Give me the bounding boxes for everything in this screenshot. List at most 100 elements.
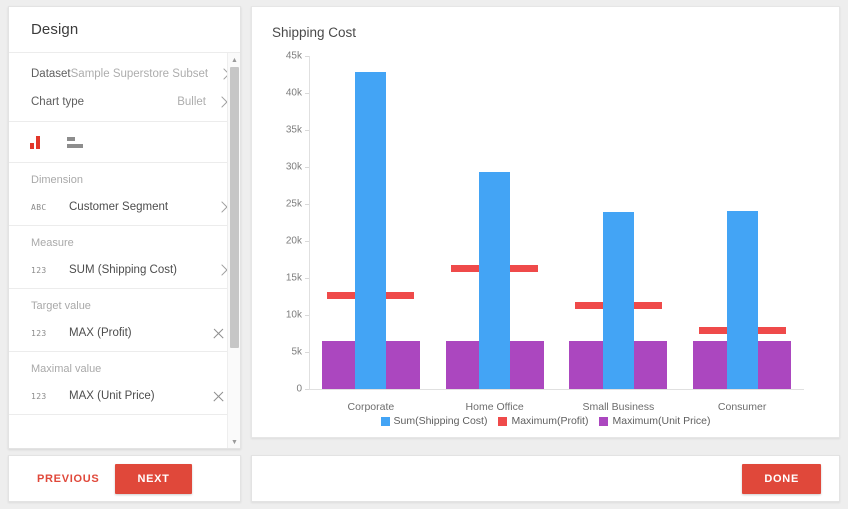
design-sidebar: Design Dataset Sample Superstore Subset … [8,6,241,449]
measure-bar [355,71,387,389]
chart-legend: Sum(Shipping Cost) Maximum(Profit) Maximum… [252,415,839,427]
measure-field-name: SUM (Shipping Cost) [69,264,178,276]
target-value-field-row[interactable]: 123 MAX (Profit) [9,315,240,351]
action-bar: DONE [251,455,840,502]
number-type-icon: 123 [31,265,47,275]
measure-bar [602,212,634,389]
target-marker [574,302,603,310]
target-marker [327,292,356,300]
dataset-label: Dataset [31,67,71,80]
measure-section: Measure 123 SUM (Shipping Cost) [9,226,240,289]
target-marker [510,265,539,273]
measure-field-row[interactable]: 123 SUM (Shipping Cost) [9,252,240,288]
number-type-icon: 123 [31,328,47,338]
target-marker [757,326,786,334]
source-section: Dataset Sample Superstore Subset Chart t… [9,53,240,122]
y-axis-ticks: 0 5k 10k 15k 20k 25k 30k 35k 40k 45k [260,7,302,439]
maximum-range-bar [693,340,727,389]
target-marker [386,292,415,300]
orientation-toggle-group [9,122,240,162]
legend-label: Maximum(Profit) [511,415,589,427]
maximal-value-group-label: Maximal value [31,363,102,375]
orientation-section [9,122,240,163]
maximum-range-bar [386,340,420,389]
legend-swatch-icon [380,416,390,426]
legend-item[interactable]: Maximum(Profit) [498,415,588,427]
dimension-group-label: Dimension [31,174,83,186]
y-axis-tick-label: 0 [296,383,302,395]
dataset-value: Sample Superstore Subset [70,67,209,80]
target-value-section: Target value 123 MAX (Profit) [9,289,240,352]
y-axis-tick-label: 25k [285,198,302,210]
chart-builder-window: Design Dataset Sample Superstore Subset … [0,0,848,509]
y-axis-tick-label: 35k [285,124,302,136]
x-axis-line [309,389,804,390]
legend-label: Maximum(Unit Price) [612,415,711,427]
clear-maximal-value-icon[interactable] [212,390,225,403]
plot-area: Corporate Home Office Small Business Consum… [309,7,804,439]
x-axis-tick-label: Corporate [347,401,395,413]
x-axis-tick-label: Small Business [582,401,655,413]
chart-preview-panel: Shipping Cost 0 5k 10k 15k 20k 25k 30k 35k 40k 45… [251,6,840,438]
dimension-field-row[interactable]: ABC Customer Segment [9,189,240,225]
maximum-range-bar [321,340,356,389]
maximum-range-bar [569,340,603,389]
horizontal-bars-icon[interactable] [67,136,83,148]
legend-label: Sum(Shipping Cost) [393,415,488,427]
y-axis-tick-label: 5k [291,346,302,358]
clear-target-value-icon[interactable] [212,327,225,340]
x-axis-tick-label: Home Office [465,401,524,413]
y-axis-tick-label: 10k [285,309,302,321]
target-marker [451,265,480,273]
chart-type-value: Bullet [177,95,206,108]
vertical-bars-icon[interactable] [30,135,40,149]
x-axis-tick-label: Consumer [717,401,767,413]
measure-bar [479,172,511,389]
number-type-icon: 123 [31,391,47,401]
target-value-group-label: Target value [31,300,91,312]
sidebar-body: Dataset Sample Superstore Subset Chart t… [9,53,240,448]
done-button[interactable]: DONE [742,463,821,494]
chevron-right-icon [216,264,228,276]
target-marker [633,302,662,310]
target-marker [698,326,727,334]
wizard-nav-bar: PREVIOUS NEXT [8,455,241,502]
dimension-section: Dimension ABC Customer Segment [9,163,240,226]
y-axis-tick-label: 15k [285,272,302,284]
measure-bar [726,211,758,389]
dimension-field-name: Customer Segment [69,201,169,213]
sidebar-header: Design [9,7,240,53]
legend-swatch-icon [599,416,609,426]
scroll-up-icon[interactable]: ▲ [230,56,239,65]
previous-button[interactable]: PREVIOUS [33,466,103,492]
bullet-chart: 0 5k 10k 15k 20k 25k 30k 35k 40k 45k Corporate Hom… [252,7,841,439]
y-axis-tick-label: 45k [285,50,302,62]
next-button[interactable]: NEXT [115,463,192,494]
maximal-value-field-row[interactable]: 123 MAX (Unit Price) [9,378,240,414]
scrollbar-thumb[interactable] [230,67,239,348]
abc-type-icon: ABC [31,202,47,212]
y-axis-tick-label: 20k [285,235,302,247]
chevron-right-icon [216,201,228,213]
maximum-range-bar [510,340,544,389]
legend-item[interactable]: Sum(Shipping Cost) [380,415,488,427]
chevron-right-icon [216,95,228,108]
chart-type-row[interactable]: Chart type Bullet [9,88,240,121]
y-axis-tick-label: 30k [285,161,302,173]
maximum-range-bar [757,340,792,389]
target-value-field-name: MAX (Profit) [69,327,132,339]
dataset-row[interactable]: Dataset Sample Superstore Subset [9,53,240,88]
legend-swatch-icon [498,416,508,426]
maximum-range-bar [445,340,480,389]
legend-item[interactable]: Maximum(Unit Price) [599,415,711,427]
maximum-range-bar [633,340,668,389]
maximal-value-field-name: MAX (Unit Price) [69,390,155,402]
measure-group-label: Measure [31,237,74,249]
sidebar-scrollbar[interactable]: ▲ ▼ [227,53,240,448]
y-axis-tick-label: 40k [285,87,302,99]
page-title: Design [31,21,79,38]
chart-type-label: Chart type [31,95,85,108]
y-axis-line [309,56,310,389]
scroll-down-icon[interactable]: ▼ [230,438,239,447]
maximal-value-section: Maximal value 123 MAX (Unit Price) [9,352,240,415]
